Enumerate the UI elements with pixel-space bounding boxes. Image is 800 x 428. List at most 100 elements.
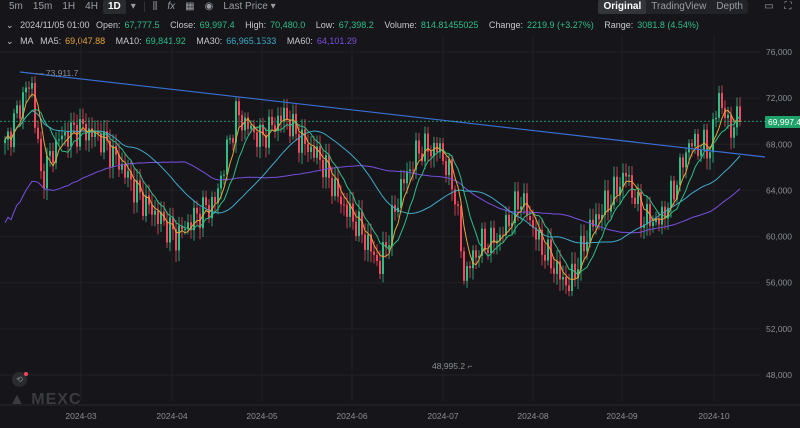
candle — [16, 105, 18, 114]
candle — [196, 207, 198, 214]
candle — [694, 133, 696, 147]
candle — [40, 138, 42, 172]
candle — [700, 149, 702, 156]
candle — [19, 105, 21, 119]
candle — [43, 171, 45, 189]
candle — [604, 190, 606, 215]
candle — [448, 159, 450, 176]
fullscreen-icon[interactable]: ⛶ — [782, 1, 794, 13]
interval-1d[interactable]: 1D — [102, 0, 126, 14]
candle — [88, 128, 90, 141]
candle — [484, 228, 486, 251]
price-type-dropdown[interactable]: Last Price ▾ — [218, 0, 280, 14]
candle — [355, 221, 357, 237]
candle — [256, 132, 258, 147]
candle — [445, 161, 447, 176]
candle — [133, 179, 135, 203]
candle — [580, 235, 582, 270]
x-tick-label: 2024-09 — [606, 411, 637, 421]
candle — [562, 277, 564, 280]
price-type-label: Last Price — [223, 1, 268, 12]
candlestick-chart[interactable]: 76,000 72,000 68,000 64,000 60,000 56,000 52,0… — [0, 16, 800, 428]
candle — [298, 133, 300, 153]
candle — [400, 179, 402, 208]
candle — [124, 164, 126, 178]
candle — [232, 138, 234, 143]
window-icon[interactable]: ▭ — [763, 1, 775, 13]
y-tick-label: 56,000 — [766, 278, 792, 288]
candle — [145, 195, 147, 216]
candle — [736, 106, 738, 128]
indicators-icon[interactable]: fx — [162, 0, 180, 14]
candle-type-icon[interactable]: ⫼ — [148, 0, 163, 14]
candle — [358, 211, 360, 237]
x-tick-label: 2024-03 — [65, 411, 96, 421]
candle — [625, 172, 627, 177]
candle — [403, 179, 405, 184]
interval-1h[interactable]: 1H — [57, 0, 80, 14]
candle — [61, 135, 63, 140]
candle — [127, 171, 129, 178]
candle — [184, 229, 186, 231]
candle — [310, 146, 312, 152]
candle — [58, 139, 60, 141]
candle — [76, 124, 78, 147]
more-intervals-chevron-icon[interactable]: ▾ — [126, 0, 141, 14]
candle — [169, 217, 171, 243]
ma30-line — [4, 110, 741, 244]
interval-15m[interactable]: 15m — [28, 0, 57, 14]
candle — [307, 144, 309, 152]
candle — [682, 157, 684, 168]
candle — [73, 122, 75, 125]
interval-5m[interactable]: 5m — [4, 0, 28, 14]
y-tick-label: 52,000 — [766, 324, 792, 334]
view-depth[interactable]: Depth — [711, 0, 748, 14]
candle — [697, 133, 699, 156]
candle — [487, 250, 489, 254]
candle — [178, 225, 180, 251]
candle — [388, 245, 390, 248]
y-tick-label: 48,000 — [766, 370, 792, 380]
candle — [706, 129, 708, 159]
candle — [31, 82, 33, 89]
candle — [691, 143, 693, 147]
y-tick-label: 68,000 — [766, 139, 792, 149]
replay-icon[interactable]: ⟲ — [12, 372, 28, 387]
candle — [733, 127, 735, 138]
candle — [727, 114, 729, 119]
candle — [592, 219, 594, 227]
x-tick-label: 2024-05 — [246, 411, 277, 421]
candle — [376, 255, 378, 261]
ma10-line — [4, 108, 741, 276]
screenshot-camera-icon[interactable]: ◉ — [200, 0, 219, 14]
interval-4h[interactable]: 4H — [80, 0, 103, 14]
candle — [193, 207, 195, 231]
candle — [142, 192, 144, 216]
candle — [637, 191, 639, 205]
candle — [85, 123, 87, 141]
candle — [250, 125, 252, 129]
candle — [712, 119, 714, 153]
candle — [154, 210, 156, 215]
candle — [214, 197, 216, 203]
candle — [340, 196, 342, 205]
candle — [544, 254, 546, 261]
candle — [409, 169, 411, 172]
candle — [529, 215, 531, 221]
view-original[interactable]: Original — [598, 0, 647, 14]
layout-grid-icon[interactable]: ▦ — [180, 0, 199, 14]
x-tick-label: 2024-10 — [698, 411, 729, 421]
candle — [28, 87, 30, 89]
divider — [143, 2, 145, 12]
candle — [223, 174, 225, 176]
view-tradingview[interactable]: TradingView — [646, 0, 711, 14]
candle — [331, 177, 333, 197]
candle — [382, 242, 384, 274]
candle — [406, 171, 408, 184]
candle — [553, 268, 555, 274]
candle — [718, 92, 720, 118]
candle — [565, 277, 567, 286]
candle — [52, 151, 54, 164]
candle — [631, 175, 633, 198]
candle — [616, 176, 618, 195]
